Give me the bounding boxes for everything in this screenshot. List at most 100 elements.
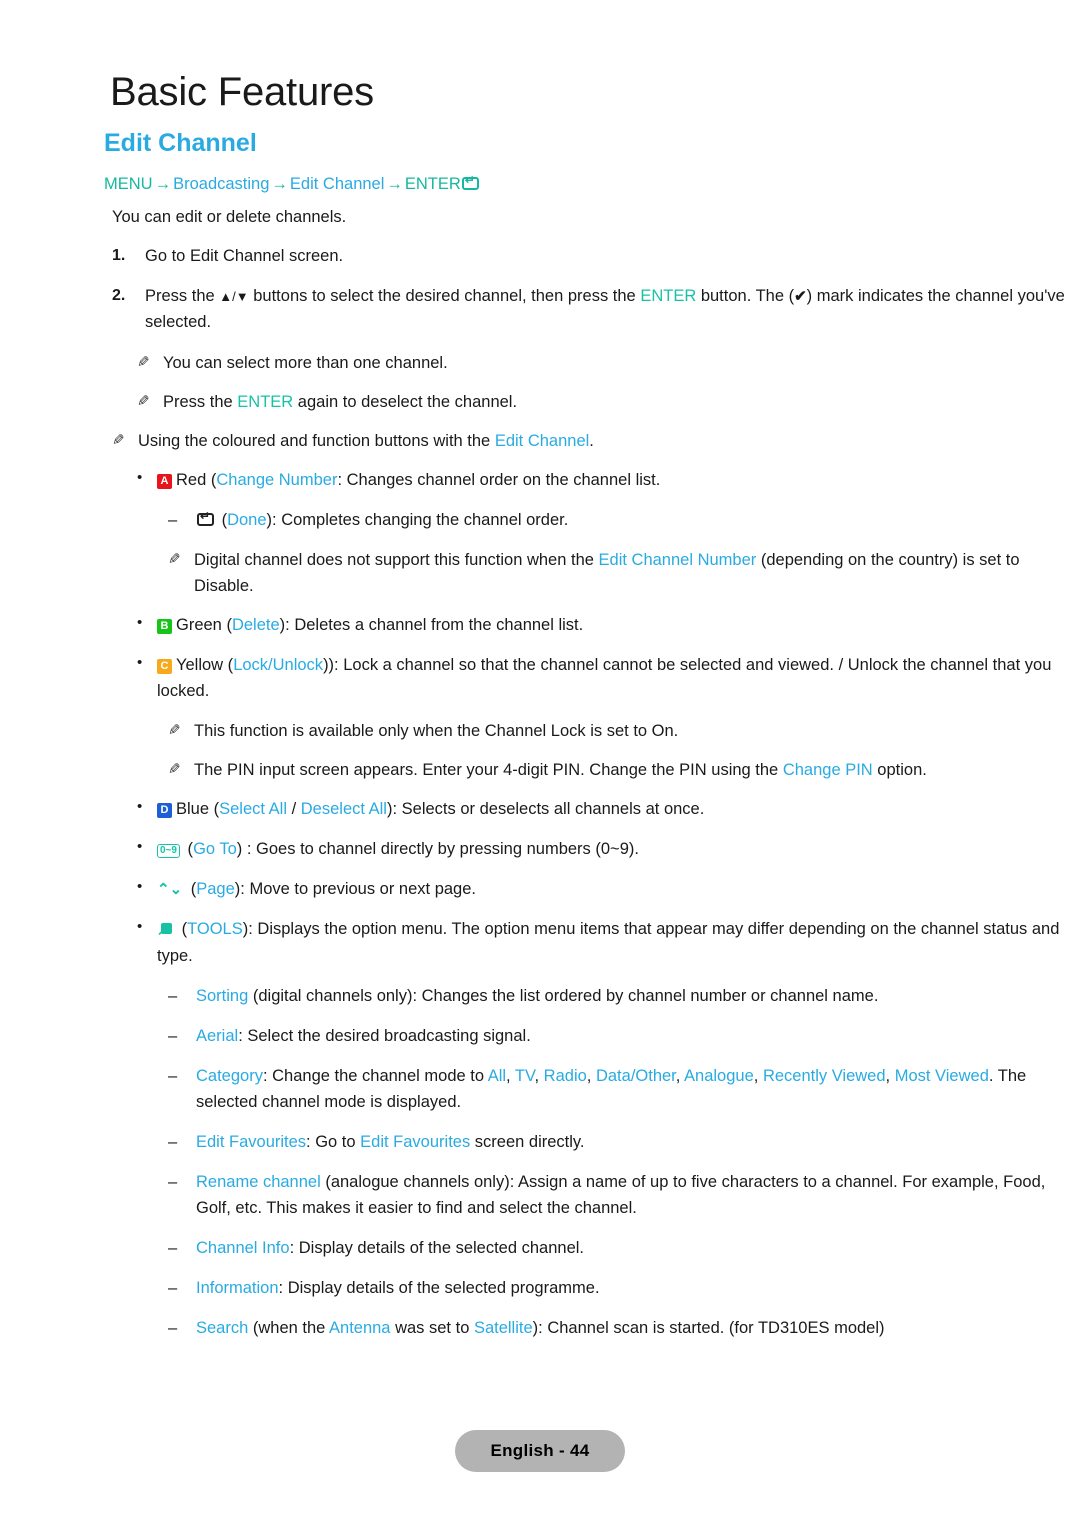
- page-title: Edit Channel: [104, 129, 257, 157]
- paren-open: (: [217, 510, 228, 529]
- mode-tv[interactable]: TV: [515, 1067, 535, 1085]
- step-text-mid: buttons to select the desired channel, t…: [248, 287, 641, 306]
- paren-open: (: [177, 920, 188, 939]
- button-label-change-number[interactable]: Change Number: [216, 471, 337, 489]
- sub-desc: ): Completes changing the channel order.: [266, 510, 569, 529]
- dash-icon: –: [168, 1066, 178, 1085]
- dash-icon: –: [168, 510, 178, 529]
- edit-favourites-link[interactable]: Edit Favourites: [360, 1133, 470, 1151]
- check-mark-icon: ✔: [794, 288, 807, 306]
- option-label-category[interactable]: Category: [196, 1067, 263, 1085]
- option-label-search[interactable]: Search: [196, 1319, 248, 1337]
- remote-badge-d: D: [157, 803, 172, 819]
- option-desc-pre: : Change the channel mode to: [262, 1066, 488, 1085]
- enter-return-icon: [461, 174, 479, 190]
- step-1: 1. Go to Edit Channel screen.: [0, 243, 1080, 269]
- button-item-yellow: • C Yellow (Lock/Unlock)): Lock a channel …: [0, 652, 1080, 704]
- option-label-aerial[interactable]: Aerial: [196, 1027, 238, 1045]
- function-desc: ): Displays the option menu. The option …: [157, 920, 1060, 965]
- page-updown-icon: ⌃⌄: [157, 881, 183, 899]
- step-text-pre: Press the: [145, 287, 220, 306]
- option-desc-pre: (when the: [248, 1319, 330, 1338]
- option-label-rename-channel[interactable]: Rename channel: [196, 1173, 321, 1191]
- pencil-icon: ✎: [137, 392, 150, 410]
- note-text: You can select more than one channel.: [163, 353, 448, 372]
- step-number: 1.: [112, 247, 126, 265]
- button-label-select-all[interactable]: Select All: [219, 800, 287, 818]
- mode-most-viewed[interactable]: Most Viewed: [895, 1067, 989, 1085]
- done-label[interactable]: Done: [227, 511, 266, 529]
- button-name: Blue: [176, 800, 210, 819]
- option-desc: (digital channels only): Changes the lis…: [248, 986, 879, 1005]
- edit-channel-number-link[interactable]: Edit Channel Number: [599, 551, 757, 569]
- pencil-icon: ✎: [168, 722, 181, 740]
- sub-item-done: – (Done): Completes changing the channel…: [0, 507, 1080, 533]
- manual-page: Basic Features Edit Channel MENU → Broadca…: [0, 0, 1080, 1519]
- option-desc: : Select the desired broadcasting signal…: [238, 1026, 531, 1045]
- option-label-channel-info[interactable]: Channel Info: [196, 1239, 290, 1257]
- remote-badge-a: A: [157, 473, 172, 489]
- paren-open: (: [206, 470, 217, 489]
- page-content: MENU→Broadcasting→Edit Channel→ENTER You…: [0, 172, 1080, 1355]
- option-desc-post: ): Channel scan is started. (for TD310ES…: [532, 1319, 885, 1338]
- breadcrumb-arrow-icon: →: [271, 175, 288, 193]
- bullet-icon: •: [137, 468, 143, 486]
- mode-data-other[interactable]: Data/Other: [596, 1067, 676, 1085]
- dash-icon: –: [168, 986, 178, 1005]
- enter-return-icon: [197, 510, 214, 526]
- function-item-goto: • 0~9 (Go To) : Goes to channel directly …: [0, 836, 1080, 862]
- button-item-red: • A Red (Change Number: Changes channel or…: [0, 467, 1080, 493]
- breadcrumb-broadcasting: Broadcasting: [173, 175, 270, 193]
- step-2: 2. Press the ▲/▼ buttons to select the de…: [0, 283, 1080, 335]
- paren-open: (: [223, 656, 234, 674]
- button-label-deselect-all[interactable]: Deselect All: [301, 800, 387, 818]
- antenna-link[interactable]: Antenna: [329, 1319, 390, 1337]
- option-desc-post: screen directly.: [470, 1132, 585, 1151]
- breadcrumb-edit-channel: Edit Channel: [289, 175, 385, 193]
- option-desc: : Display details of the selected channe…: [289, 1239, 584, 1257]
- page-label[interactable]: Page: [196, 880, 235, 898]
- keypad-0-9-icon: 0~9: [157, 844, 180, 859]
- mode-analogue[interactable]: Analogue: [684, 1067, 754, 1085]
- mode-all[interactable]: All: [488, 1067, 506, 1085]
- button-label-delete[interactable]: Delete: [232, 616, 280, 634]
- button-name: Yellow: [176, 656, 224, 674]
- tools-label[interactable]: TOOLS: [187, 920, 243, 938]
- paren-open: (: [221, 615, 232, 634]
- mode-radio[interactable]: Radio: [544, 1067, 587, 1085]
- option-label-sorting[interactable]: Sorting: [196, 987, 248, 1005]
- mode-recently-viewed[interactable]: Recently Viewed: [763, 1067, 886, 1085]
- step-text: Go to Edit Channel screen.: [145, 247, 344, 266]
- satellite-link[interactable]: Satellite: [474, 1319, 533, 1337]
- tools-icon: ↗: [157, 922, 172, 937]
- bullet-icon: •: [137, 878, 143, 896]
- pencil-icon: ✎: [112, 431, 125, 449]
- bullet-icon: •: [137, 654, 143, 671]
- paren-open: (: [186, 880, 197, 899]
- tools-option-edit-favourites: – Edit Favourites: Go to Edit Favourites …: [0, 1129, 1080, 1155]
- option-label-information[interactable]: Information: [196, 1279, 279, 1297]
- note-text-post: again to deselect the channel.: [293, 392, 518, 411]
- breadcrumb-enter: ENTER: [404, 175, 461, 193]
- paren-open: (: [209, 800, 220, 819]
- remote-badge-b: B: [157, 618, 172, 634]
- updown-arrows-icon: ▲/▼: [219, 289, 249, 305]
- option-desc-pre: : Go to: [306, 1132, 361, 1151]
- function-item-tools: • ↗ (TOOLS): Displays the option menu. Th…: [0, 916, 1080, 968]
- button-label-lock-unlock[interactable]: Lock/Unlock: [233, 656, 323, 674]
- button-desc: ): Selects or deselects all channels at …: [386, 800, 705, 819]
- tools-option-category: – Category: Change the channel mode to Al…: [0, 1063, 1080, 1115]
- option-label-edit-favourites[interactable]: Edit Favourites: [196, 1133, 306, 1151]
- intro-paragraph: You can edit or delete channels.: [0, 205, 1080, 231]
- bullet-icon: •: [137, 798, 143, 816]
- breadcrumb-menu: MENU: [104, 175, 153, 193]
- edit-channel-link[interactable]: Edit Channel: [495, 432, 589, 450]
- tools-option-aerial: – Aerial: Select the desired broadcasting…: [0, 1023, 1080, 1049]
- note-select-more: ✎ You can select more than one channel.: [0, 350, 1080, 376]
- pencil-icon: ✎: [137, 353, 150, 371]
- button-name: Green: [176, 615, 222, 634]
- change-pin-link[interactable]: Change PIN: [783, 761, 873, 779]
- tools-option-channel-info: – Channel Info: Display details of the se…: [0, 1235, 1080, 1261]
- paren-open: (: [182, 840, 194, 859]
- goto-label[interactable]: Go To: [193, 840, 237, 858]
